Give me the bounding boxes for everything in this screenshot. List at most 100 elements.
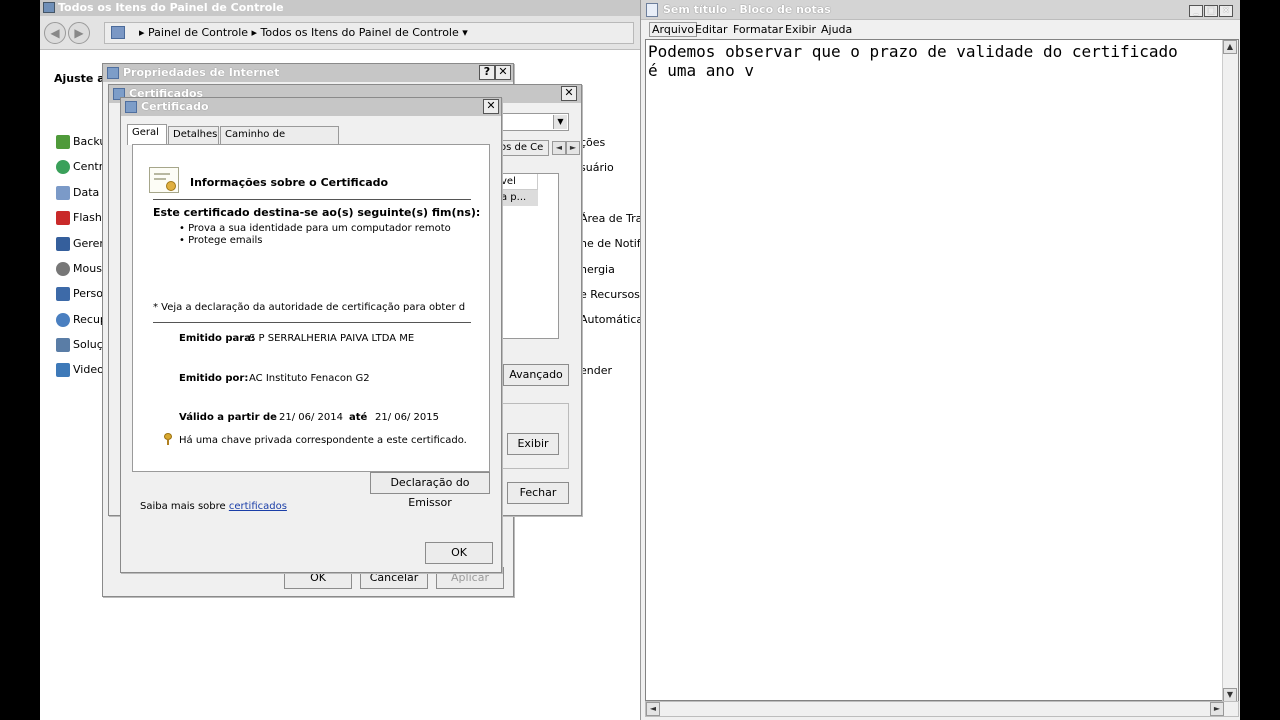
control-panel-title: Todos os Itens do Painel de Controle — [58, 1, 284, 14]
close-button[interactable]: ✕ — [1219, 5, 1233, 17]
certificate-list: vel a p... — [497, 173, 559, 339]
clock-icon — [56, 186, 70, 200]
key-icon — [164, 433, 172, 445]
tab-general[interactable]: Geral — [127, 124, 167, 145]
cp-right-item[interactable]: Automática — [580, 313, 640, 326]
notepad-titlebar: Sem título - Bloco de notas _ □ ✕ — [641, 0, 1241, 20]
cp-item-mouse[interactable]: Mouse — [56, 261, 109, 277]
scroll-down-icon[interactable]: ▼ — [1223, 688, 1237, 702]
divider — [153, 199, 471, 200]
close-button[interactable]: ✕ — [561, 86, 577, 101]
certificate-info-heading: Informações sobre o Certificado — [190, 176, 389, 189]
notepad-text-area[interactable]: Podemos observar que o prazo de validade… — [645, 39, 1239, 702]
control-panel-icon — [43, 2, 55, 13]
sync-center-icon — [56, 160, 70, 174]
notepad-title: Sem título - Bloco de notas — [663, 3, 831, 16]
cp-item-manager[interactable]: Geren — [56, 236, 106, 252]
cp-item-label: Video — [73, 363, 104, 376]
scroll-right-icon[interactable]: ► — [1210, 702, 1224, 716]
private-key-note: Há uma chave privada correspondente a es… — [179, 435, 467, 446]
notepad-window: Sem título - Bloco de notas _ □ ✕ Arquiv… — [640, 0, 1241, 720]
help-button[interactable]: ? — [479, 65, 495, 80]
cp-right-item[interactable]: e Recursos — [580, 288, 640, 301]
close-dialog-button[interactable]: Fechar — [507, 482, 569, 504]
forward-button[interactable]: ▶ — [68, 22, 90, 44]
display-icon — [56, 363, 70, 377]
certificate-icon — [149, 167, 179, 193]
troubleshoot-icon — [56, 338, 70, 352]
recovery-icon — [56, 313, 70, 327]
maximize-button[interactable]: □ — [1204, 5, 1218, 17]
vertical-scrollbar[interactable]: ▲ ▼ — [1222, 40, 1238, 702]
cp-item-recovery[interactable]: Recup — [56, 312, 107, 328]
minimize-button[interactable]: _ — [1189, 5, 1203, 17]
cp-right-item[interactable]: ne de Notifica — [580, 237, 640, 250]
notepad-menubar: Arquivo Editar Formatar Exibir Ajuda — [641, 20, 1241, 39]
internet-properties-titlebar: Propriedades de Internet — [103, 64, 513, 82]
certificate-icon — [125, 101, 137, 113]
ok-button[interactable]: OK — [425, 542, 493, 564]
scroll-up-icon[interactable]: ▲ — [1223, 40, 1237, 54]
purpose-item: • Prova a sua identidade para um computa… — [179, 223, 451, 234]
list-item[interactable]: a p... — [498, 190, 538, 206]
purpose-dropdown[interactable]: ▼ — [499, 113, 569, 131]
close-button[interactable]: ✕ — [483, 99, 499, 114]
dialog-title: Certificado — [141, 100, 209, 113]
navigation-bar: ◀ ▶ ▸ Painel de Controle ▸ Todos os Iten… — [40, 16, 640, 50]
close-button[interactable]: ✕ — [495, 65, 511, 80]
certificate-general-panel: Informações sobre o Certificado Este cer… — [132, 144, 490, 472]
cp-right-item[interactable]: nergia — [580, 263, 615, 276]
screen-edge — [1240, 0, 1280, 720]
view-button[interactable]: Exibir — [507, 433, 559, 455]
learn-more-text: Saiba mais sobre certificados — [140, 501, 287, 512]
issued-by-label: Emitido por: — [179, 373, 249, 384]
valid-from-value: 21/ 06/ 2014 — [279, 412, 343, 423]
tab-details[interactable]: Detalhes — [168, 126, 219, 144]
dialog-title: Propriedades de Internet — [123, 66, 280, 79]
issuer-statement-button[interactable]: Declaração do Emissor — [370, 472, 490, 509]
cp-right-item[interactable]: ções — [580, 136, 605, 149]
menu-view[interactable]: Exibir — [785, 23, 816, 36]
certificate-titlebar: Certificado — [121, 98, 501, 116]
advanced-button[interactable]: Avançado — [503, 364, 569, 386]
notepad-text[interactable]: Podemos observar que o prazo de validade… — [648, 42, 1222, 80]
flash-icon — [56, 211, 70, 225]
menu-edit[interactable]: Editar — [695, 23, 728, 36]
address-text: ▸ Painel de Controle ▸ Todos os Itens do… — [139, 26, 468, 39]
control-panel-titlebar: Todos os Itens do Painel de Controle — [40, 0, 640, 16]
valid-from-label: Válido a partir de — [179, 412, 277, 423]
valid-until-label: até — [349, 412, 368, 423]
purpose-item: • Protege emails — [179, 235, 263, 246]
cp-right-item[interactable]: suário — [580, 161, 614, 174]
menu-file[interactable]: Arquivo — [649, 22, 698, 37]
cp-right-item[interactable]: Área de Traba — [580, 212, 640, 225]
chevron-down-icon: ▼ — [553, 115, 567, 129]
cp-right-item[interactable]: ender — [580, 364, 612, 377]
issued-to-label: Emitido para: — [179, 333, 255, 344]
tab-other-people[interactable]: os de Ce — [497, 140, 549, 156]
horizontal-scrollbar[interactable]: ◄ ► — [645, 701, 1239, 717]
divider — [153, 322, 471, 323]
device-manager-icon — [56, 237, 70, 251]
backup-icon — [56, 135, 70, 149]
column-header[interactable]: vel — [498, 174, 538, 190]
address-bar[interactable]: ▸ Painel de Controle ▸ Todos os Itens do… — [104, 22, 634, 44]
scroll-right-icon[interactable]: ► — [566, 141, 580, 155]
authority-note: * Veja a declaração da autoridade de cer… — [153, 302, 466, 313]
cp-item-video[interactable]: Video — [56, 362, 104, 378]
scroll-left-icon[interactable]: ◄ — [646, 702, 660, 716]
scroll-left-icon[interactable]: ◄ — [552, 141, 566, 155]
tab-certification-path[interactable]: Caminho de Certificação — [220, 126, 339, 156]
purpose-heading: Este certificado destina-se ao(s) seguin… — [153, 206, 481, 219]
menu-format[interactable]: Formatar — [733, 23, 783, 36]
notepad-icon — [646, 3, 658, 17]
valid-to-value: 21/ 06/ 2015 — [375, 412, 439, 423]
learn-more-label: Saiba mais sobre — [140, 501, 226, 512]
issued-to-value: S P SERRALHERIA PAIVA LTDA ME — [249, 333, 415, 344]
control-panel-icon — [111, 26, 125, 39]
menu-help[interactable]: Ajuda — [821, 23, 852, 36]
issued-by-value: AC Instituto Fenacon G2 — [249, 373, 370, 384]
personalize-icon — [56, 287, 70, 301]
back-button[interactable]: ◀ — [44, 22, 66, 44]
certificates-link[interactable]: certificados — [229, 501, 287, 512]
